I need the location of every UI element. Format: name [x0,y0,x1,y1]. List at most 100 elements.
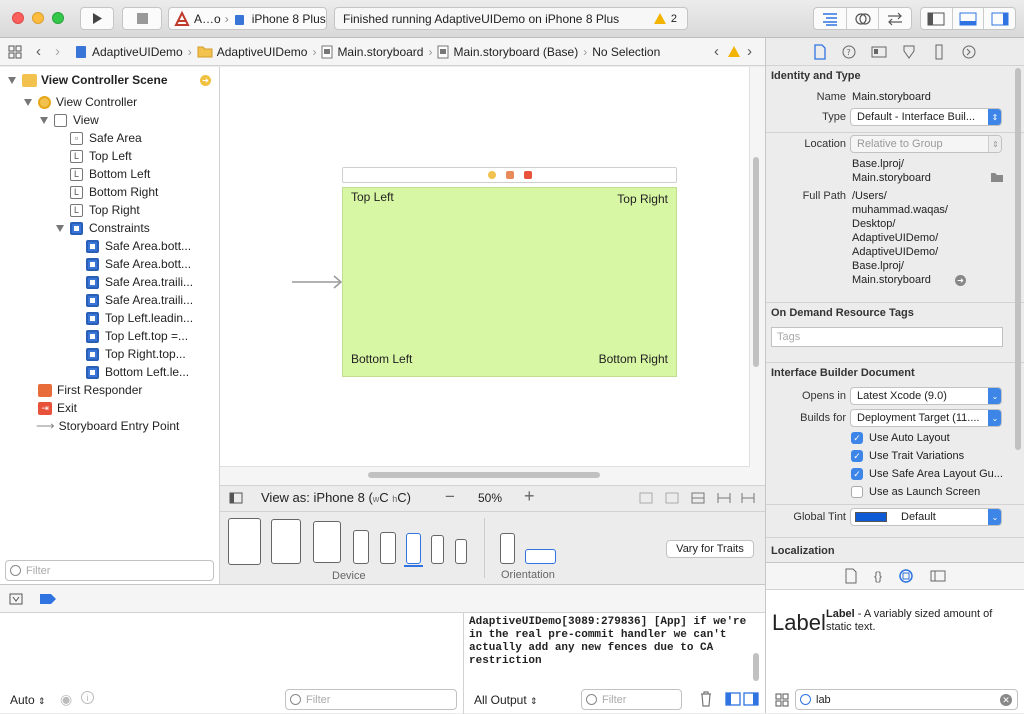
next-issue-icon[interactable]: › [747,43,752,60]
disclosure-triangle-icon[interactable] [56,224,64,232]
library-item-label[interactable]: Label Label - A variably sized amount of… [766,590,1024,678]
exit-icon[interactable] [523,171,532,179]
clear-search-icon[interactable]: ✕ [1000,694,1012,706]
zoom-out-button[interactable]: − [445,487,455,507]
tree-item-constraint[interactable]: Top Left.leadin... [86,309,193,327]
trash-icon[interactable] [699,691,713,707]
inspector-scrollbar[interactable] [1015,68,1021,450]
label-bottom-right[interactable]: Bottom Right [599,352,668,366]
tree-item-label-view[interactable]: L Top Left [70,147,132,165]
debug-area-toggle[interactable] [953,8,985,29]
object-library-icon[interactable] [898,568,914,584]
vary-for-traits-button[interactable]: Vary for Traits [666,540,754,558]
output-menu[interactable]: All Output ⇕ [474,693,538,707]
assistant-editor-button[interactable] [847,8,880,29]
file-template-icon[interactable] [844,568,858,584]
standard-editor-button[interactable] [814,8,847,29]
go-to-scene-icon[interactable]: ➜ [200,75,211,86]
utilities-toggle[interactable] [984,8,1015,29]
device-ipad-pro-9[interactable] [313,521,341,563]
view-controller-frame[interactable]: Top Left Top Right Bottom Left Bottom Ri… [342,167,677,377]
device-ipad-pro-12[interactable] [228,518,261,565]
tree-item-constraints[interactable]: Constraints [56,219,150,237]
breadcrumb-selection[interactable]: No Selection [592,45,660,59]
tags-field[interactable]: Tags [771,327,1003,347]
back-arrow-icon[interactable]: ‹ [36,43,41,60]
tree-item-label-view[interactable]: L Bottom Right [70,183,158,201]
forward-arrow-icon[interactable]: › [55,43,60,60]
stop-button[interactable] [122,7,162,30]
hide-outline-icon[interactable] [229,492,243,504]
view-controller-icon[interactable] [487,171,496,179]
opens-in-popup[interactable]: Latest Xcode (9.0) ⌄ [850,387,1002,405]
layout-tools-icons[interactable] [638,491,758,505]
tree-item-view-controller[interactable]: View Controller [24,93,137,111]
scheme-selector[interactable]: A…o › iPhone 8 Plus [168,7,327,30]
hide-debug-area-icon[interactable] [9,593,23,605]
location-popup[interactable]: Relative to Group ⇕ [850,135,1002,153]
eye-icon[interactable]: ◉ [60,691,72,708]
warning-icon[interactable] [653,13,666,24]
use-auto-layout-checkbox[interactable]: ✓ Use Auto Layout [851,432,950,444]
disclosure-triangle-icon[interactable] [8,76,16,84]
warning-icon[interactable] [728,46,740,57]
tree-item-constraint[interactable]: Safe Area.traili... [86,273,193,291]
navigator-toggle[interactable] [921,8,953,29]
identity-icon[interactable] [871,44,887,60]
breakpoint-icon[interactable] [40,594,56,604]
console-filter[interactable]: Filter [581,689,682,710]
file-icon[interactable] [813,43,827,60]
tree-item-label-view[interactable]: L Bottom Left [70,165,150,183]
horizontal-scrollbar[interactable] [368,472,600,478]
tree-item-first-responder[interactable]: First Responder [38,381,142,399]
size-icon[interactable] [931,44,947,60]
library-search-field[interactable]: lab ✕ [795,689,1018,710]
tree-item-label-view[interactable]: L Top Right [70,201,140,219]
view-as-label[interactable]: View as: iPhone 8 (wC hC) [261,490,411,505]
info-icon[interactable]: i [81,691,94,704]
orientation-landscape[interactable] [525,549,556,564]
breadcrumb-file[interactable]: Main.storyboard [337,45,423,59]
variables-scope-menu[interactable]: Auto ⇕ [10,693,46,707]
view-toggle-segmented[interactable] [920,7,1016,30]
folder-icon[interactable] [990,172,1004,183]
connections-icon[interactable] [961,44,977,60]
tree-item-constraint[interactable]: Safe Area.traili... [86,291,193,309]
disclosure-triangle-icon[interactable] [40,116,48,124]
breadcrumb-project[interactable]: AdaptiveUIDemo [92,45,183,59]
tree-item-constraint[interactable]: Safe Area.bott... [86,255,191,273]
reveal-in-finder-icon[interactable]: ➜ [955,275,966,286]
global-tint-popup[interactable]: Default ⌄ [850,508,1002,526]
device-iphone-8[interactable] [406,533,421,564]
use-as-launch-screen-checkbox[interactable]: Use as Launch Screen [851,486,980,498]
previous-issue-icon[interactable]: ‹ [714,43,719,60]
first-responder-icon[interactable] [505,171,514,179]
vertical-scrollbar[interactable] [753,157,759,367]
type-popup[interactable]: Default - Interface Buil... ⇕ [850,108,1002,126]
run-button[interactable] [80,7,114,30]
tree-item-constraint[interactable]: Top Right.top... [86,345,186,363]
close-window-button[interactable] [12,12,24,24]
help-icon[interactable]: ? [841,44,857,60]
tree-item-entry-point[interactable]: ⟶ Storyboard Entry Point [36,417,179,435]
label-top-left[interactable]: Top Left [351,190,394,204]
label-top-right[interactable]: Top Right [617,192,668,206]
zoom-in-button[interactable]: + [524,486,535,507]
breadcrumb-group[interactable]: AdaptiveUIDemo [217,45,308,59]
tree-item-constraint[interactable]: Safe Area.bott... [86,237,191,255]
version-editor-button[interactable] [879,8,911,29]
scene-row[interactable]: View Controller Scene [8,71,168,89]
grid-view-icon[interactable] [775,693,789,707]
media-library-icon[interactable] [930,568,946,584]
use-trait-variations-checkbox[interactable]: ✓ Use Trait Variations [851,450,964,462]
root-view[interactable]: Top Left Top Right Bottom Left Bottom Ri… [342,187,677,377]
split-view-icons[interactable] [725,692,759,706]
code-snippet-icon[interactable]: {} [874,569,882,583]
outline-filter[interactable]: Filter [5,560,214,581]
console-scrollbar[interactable] [753,653,759,681]
zoom-window-button[interactable] [52,12,64,24]
tree-item-exit[interactable]: ⇥ Exit [38,399,77,417]
tree-item-view[interactable]: View [40,111,99,129]
warning-count[interactable]: 2 [671,13,677,25]
variables-filter[interactable]: Filter [285,689,457,710]
